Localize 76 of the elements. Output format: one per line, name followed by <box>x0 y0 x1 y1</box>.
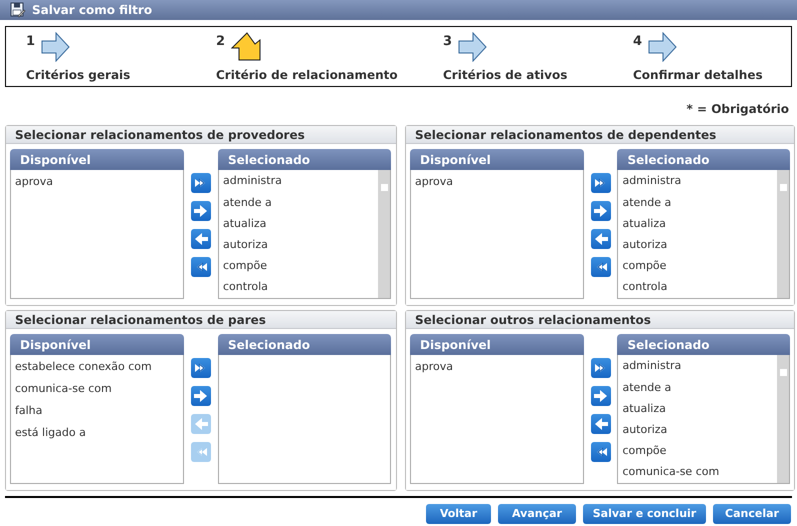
transfer-button[interactable] <box>590 229 610 249</box>
transfer-button[interactable] <box>590 173 610 193</box>
step-label: Confirmar detalhes <box>633 67 764 84</box>
list-item[interactable]: compõe <box>219 256 378 277</box>
scrollbar[interactable] <box>378 170 390 298</box>
list-header: Disponível <box>10 149 184 170</box>
list-header: Disponível <box>410 149 584 170</box>
step-number: 4 <box>633 33 642 51</box>
list-box[interactable]: administra atende a atualiza autoriza compõe controla <box>218 170 391 299</box>
action-button[interactable]: Cancelar <box>713 504 791 524</box>
list-header: Selecionado <box>218 334 391 355</box>
action-button[interactable]: Salvar e concluir <box>583 504 706 524</box>
list-header: Disponível <box>410 334 584 355</box>
list-header: Disponível <box>10 334 184 355</box>
transfer-button[interactable] <box>191 173 211 193</box>
list-box[interactable]: aprova <box>410 170 584 299</box>
transfer-button[interactable] <box>590 386 610 406</box>
list-item[interactable]: aprova <box>11 171 183 193</box>
list-header: Selecionado <box>617 334 790 355</box>
list-item[interactable]: autoriza <box>219 234 378 256</box>
list-item[interactable]: aprova <box>411 356 583 378</box>
list-item[interactable]: compõe <box>618 440 777 462</box>
step-number: 1 <box>26 33 36 51</box>
step-label: Critério de relacionamento <box>216 67 399 84</box>
transfer-button[interactable] <box>590 257 610 277</box>
step-label: Critérios gerais <box>26 67 132 84</box>
transfer-button[interactable] <box>191 386 211 406</box>
save-icon <box>10 2 26 18</box>
action-button[interactable]: Avançar <box>498 504 576 524</box>
list-box[interactable]: aprova <box>410 355 584 484</box>
list-item[interactable]: compõe <box>618 256 777 277</box>
transfer-button[interactable] <box>590 442 610 462</box>
list-box[interactable]: administra atende a atualiza autoriza compõe controla <box>617 170 790 299</box>
action-button[interactable]: Voltar <box>426 504 491 524</box>
list-box[interactable]: aprova <box>10 170 184 299</box>
panel-title: Selecionar relacionamentos de pares <box>6 311 396 329</box>
list-item[interactable]: administra <box>618 356 777 378</box>
transfer-button[interactable] <box>590 358 610 378</box>
step-label: Critérios de ativos <box>443 67 568 84</box>
list-item[interactable]: autoriza <box>618 234 777 256</box>
required-note: * = Obrigatório <box>686 101 789 118</box>
transfer-button[interactable] <box>590 201 610 221</box>
list-item[interactable]: aprova <box>411 171 583 193</box>
list-item[interactable]: controla <box>618 276 777 298</box>
list-item[interactable]: estabelece conexão com <box>11 356 183 378</box>
list-item[interactable]: atende a <box>219 192 378 214</box>
list-header: Selecionado <box>617 149 790 170</box>
list-item[interactable]: falha <box>11 400 183 422</box>
list-item[interactable]: comunica-se com <box>618 462 777 483</box>
list-item[interactable]: atualiza <box>219 213 378 235</box>
list-item[interactable]: atualiza <box>618 213 777 235</box>
list-header: Selecionado <box>218 149 391 170</box>
list-item[interactable]: administra <box>618 171 777 192</box>
transfer-button[interactable] <box>191 229 211 249</box>
list-item[interactable]: atende a <box>618 192 777 214</box>
list-item[interactable]: comunica-se com <box>11 378 183 400</box>
list-item[interactable]: atende a <box>618 377 777 398</box>
step-number: 2 <box>216 33 226 51</box>
panel-title: Selecionar relacionamentos de provedores <box>6 126 396 144</box>
list-item[interactable]: controla <box>219 276 378 298</box>
transfer-button[interactable] <box>191 201 211 221</box>
transfer-button[interactable] <box>191 257 211 277</box>
step-number: 3 <box>443 33 452 51</box>
transfer-button[interactable] <box>590 414 610 434</box>
scrollbar[interactable] <box>777 170 789 298</box>
list-item[interactable]: está ligado a <box>11 422 183 444</box>
list-box[interactable]: administra atende a atualiza autoriza compõe comunica-se com <box>617 355 790 484</box>
list-item[interactable]: administra <box>219 171 378 192</box>
panel-title: Selecionar outros relacionamentos <box>406 311 794 329</box>
list-box[interactable]: estabelece conexão com comunica-se com falha está ligado a <box>10 355 184 484</box>
list-item[interactable]: autoriza <box>618 420 777 441</box>
transfer-button[interactable] <box>191 358 211 378</box>
panel-title: Selecionar relacionamentos de dependentes <box>406 126 794 144</box>
window-title: Salvar como filtro <box>32 2 152 19</box>
scrollbar[interactable] <box>777 355 789 483</box>
list-item[interactable]: atualiza <box>618 398 777 420</box>
